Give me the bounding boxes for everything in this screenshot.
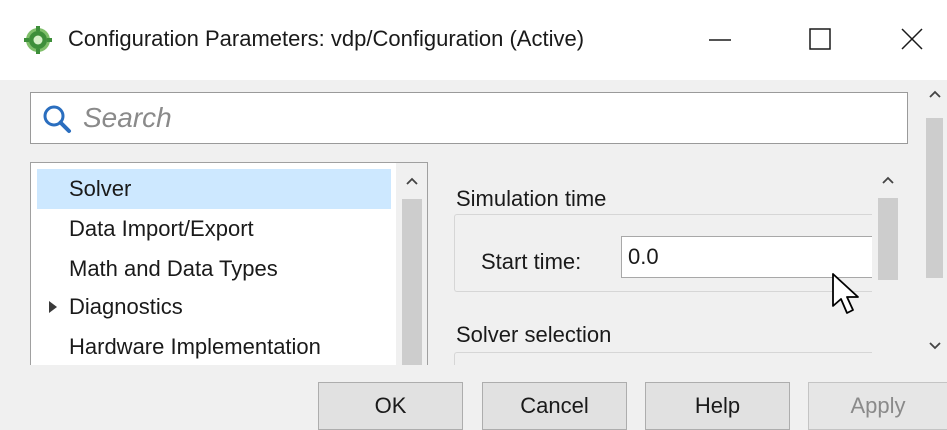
- scroll-down-button[interactable]: [927, 338, 943, 354]
- chevron-down-icon: [929, 342, 941, 350]
- scrollbar-thumb[interactable]: [926, 118, 943, 278]
- cancel-button[interactable]: Cancel: [482, 382, 627, 430]
- apply-button[interactable]: Apply: [808, 382, 947, 430]
- simulink-gear-icon: [24, 26, 52, 54]
- dialog-scrollbar[interactable]: [922, 80, 947, 365]
- ok-button[interactable]: OK: [318, 382, 463, 430]
- chevron-up-icon: [882, 176, 894, 184]
- chevron-up-icon: [406, 177, 418, 185]
- dialog-body: Solver Data Import/Export Math and Data …: [0, 80, 947, 430]
- section-title-solver-selection: Solver selection: [456, 322, 612, 347]
- tree-scrollbar[interactable]: [396, 163, 427, 365]
- search-input[interactable]: [83, 99, 893, 137]
- settings-scrollbar[interactable]: [872, 162, 904, 365]
- help-button[interactable]: Help: [645, 382, 790, 430]
- scroll-up-button[interactable]: [404, 173, 420, 189]
- settings-panel: Simulation time Start time: Solver selec…: [444, 162, 904, 365]
- scroll-up-button[interactable]: [880, 172, 896, 188]
- close-icon: [901, 28, 923, 50]
- search-icon: [43, 105, 71, 133]
- start-time-label: Start time:: [481, 249, 582, 274]
- tree-item-math-and-data-types[interactable]: Math and Data Types: [37, 249, 391, 289]
- maximize-button[interactable]: [790, 14, 850, 64]
- simulation-time-group: Start time:: [454, 214, 885, 292]
- tree-item-diagnostics[interactable]: Diagnostics: [37, 287, 391, 327]
- solver-selection-group: [454, 352, 874, 365]
- scrollbar-thumb[interactable]: [402, 199, 422, 365]
- minimize-button[interactable]: [690, 14, 750, 64]
- tree-item-hardware-implementation[interactable]: Hardware Implementation: [37, 327, 391, 365]
- expand-arrow-icon[interactable]: [49, 301, 57, 313]
- tree-item-label: Solver: [69, 176, 132, 201]
- category-tree: Solver Data Import/Export Math and Data …: [30, 162, 428, 365]
- tree-item-data-import-export[interactable]: Data Import/Export: [37, 209, 391, 249]
- minimize-icon: [709, 39, 731, 41]
- tree-item-label: Diagnostics: [69, 294, 183, 319]
- tree-item-label: Math and Data Types: [69, 256, 278, 281]
- mouse-pointer-icon: [832, 273, 859, 314]
- scroll-up-button[interactable]: [927, 86, 943, 102]
- tree-item-solver[interactable]: Solver: [37, 169, 391, 209]
- window-title: Configuration Parameters: vdp/Configurat…: [68, 26, 585, 51]
- close-button[interactable]: [882, 14, 942, 64]
- tree-item-label: Hardware Implementation: [69, 334, 321, 359]
- tree-item-label: Data Import/Export: [69, 216, 254, 241]
- maximize-icon: [809, 28, 831, 50]
- search-box[interactable]: [30, 92, 908, 144]
- title-bar: Configuration Parameters: vdp/Configurat…: [0, 0, 947, 80]
- chevron-up-icon: [929, 90, 941, 98]
- section-title-simulation-time: Simulation time: [456, 186, 607, 211]
- scrollbar-thumb[interactable]: [878, 198, 898, 280]
